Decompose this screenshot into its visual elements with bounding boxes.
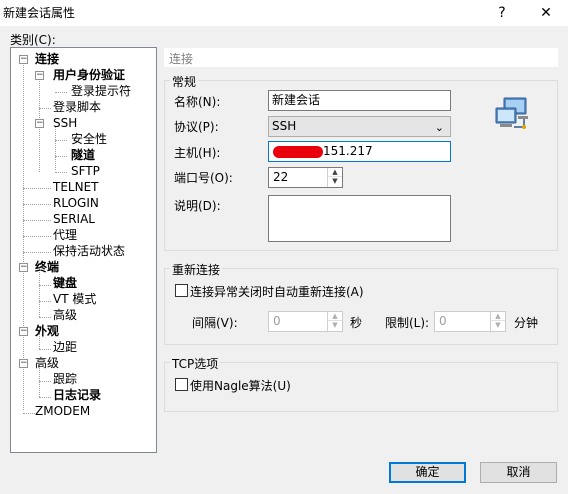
tree-item-terminal-advanced[interactable]: 高级 xyxy=(53,307,77,323)
description-label: 说明(D): xyxy=(174,199,221,213)
tree-item-proxy[interactable]: 代理 xyxy=(53,227,77,243)
description-input[interactable] xyxy=(268,195,451,242)
auto-reconnect-checkbox[interactable] xyxy=(175,284,188,297)
help-button[interactable]: ? xyxy=(482,0,522,26)
nagle-label[interactable]: 使用Nagle算法(U) xyxy=(190,377,291,394)
category-tree[interactable]: − − − − − − 连接 用户身份验证 登录提示符 登录脚本 SSH 安全性… xyxy=(10,47,157,453)
reconnect-group xyxy=(164,268,558,345)
panel-title: 连接 xyxy=(164,48,558,67)
tree-item-terminal[interactable]: 终端 xyxy=(35,259,59,275)
ok-button[interactable]: 确定 xyxy=(389,462,466,483)
host-input[interactable]: 151.217 xyxy=(268,141,451,162)
close-button[interactable]: ✕ xyxy=(526,0,566,26)
spin-up-icon[interactable]: ▲ xyxy=(328,312,342,321)
tcp-group-label: TCP选项 xyxy=(170,355,221,372)
interval-unit: 秒 xyxy=(350,316,363,330)
tree-item-vt-mode[interactable]: VT 模式 xyxy=(53,291,96,307)
general-group-label: 常规 xyxy=(170,73,199,90)
chevron-down-icon: ⌄ xyxy=(434,121,444,134)
protocol-value: SSH xyxy=(272,119,297,133)
tree-item-ssh[interactable]: SSH xyxy=(53,115,77,131)
cancel-button[interactable]: 取消 xyxy=(480,462,557,483)
interval-label: 间隔(V): xyxy=(192,316,238,330)
category-label: 类别(C): xyxy=(10,33,56,47)
port-value: 22 xyxy=(273,170,289,184)
reconnect-group-label: 重新连接 xyxy=(170,261,223,278)
port-label: 端口号(O): xyxy=(174,171,233,185)
tree-item-zmodem[interactable]: ZMODEM xyxy=(35,403,90,419)
nagle-checkbox[interactable] xyxy=(175,378,188,391)
spin-down-icon[interactable]: ▼ xyxy=(328,321,342,330)
tree-item-margin[interactable]: 边距 xyxy=(53,339,77,355)
host-value: 151.217 xyxy=(323,144,373,158)
tree-item-auth[interactable]: 用户身份验证 xyxy=(53,67,125,83)
tree-item-tunnel[interactable]: 隧道 xyxy=(71,147,95,163)
host-label: 主机(H): xyxy=(174,146,221,160)
window-title: 新建会话属性 xyxy=(3,6,76,20)
protocol-select[interactable]: SSH ⌄ xyxy=(268,116,451,137)
tree-item-connection[interactable]: 连接 xyxy=(35,51,59,67)
tree-item-trace[interactable]: 跟踪 xyxy=(53,371,77,387)
collapse-icon[interactable]: − xyxy=(35,71,44,80)
tree-item-appearance[interactable]: 外观 xyxy=(35,323,59,339)
auto-reconnect-label[interactable]: 连接异常关闭时自动重新连接(A) xyxy=(190,283,364,300)
spin-down-icon[interactable]: ▼ xyxy=(328,177,342,186)
limit-value: 0 xyxy=(439,314,447,328)
collapse-icon[interactable]: − xyxy=(19,55,28,64)
tree-item-login-script[interactable]: 登录脚本 xyxy=(53,99,101,115)
name-input[interactable]: 新建会话 xyxy=(268,90,451,111)
interval-stepper[interactable]: 0 ▲ ▼ xyxy=(268,311,343,332)
port-stepper[interactable]: 22 ▲ ▼ xyxy=(268,167,343,188)
tree-item-logging[interactable]: 日志记录 xyxy=(53,387,101,403)
tree-item-serial[interactable]: SERIAL xyxy=(53,211,95,227)
limit-label: 限制(L): xyxy=(385,316,430,330)
collapse-icon[interactable]: − xyxy=(19,327,28,336)
tree-item-login-prompt[interactable]: 登录提示符 xyxy=(71,83,131,99)
limit-unit: 分钟 xyxy=(514,316,539,330)
interval-value: 0 xyxy=(273,314,281,328)
protocol-label: 协议(P): xyxy=(174,120,219,134)
tree-item-keyboard[interactable]: 键盘 xyxy=(53,275,77,291)
spin-up-icon[interactable]: ▲ xyxy=(491,312,505,321)
spin-up-icon[interactable]: ▲ xyxy=(328,168,342,177)
collapse-icon[interactable]: − xyxy=(19,359,28,368)
tree-item-security[interactable]: 安全性 xyxy=(71,131,107,147)
collapse-icon[interactable]: − xyxy=(19,263,28,272)
tree-item-telnet[interactable]: TELNET xyxy=(53,179,99,195)
tree-item-rlogin[interactable]: RLOGIN xyxy=(53,195,99,211)
spin-down-icon[interactable]: ▼ xyxy=(491,321,505,330)
tree-item-sftp[interactable]: SFTP xyxy=(71,163,100,179)
tree-item-keepalive[interactable]: 保持活动状态 xyxy=(53,243,125,259)
network-computers-icon xyxy=(495,97,528,129)
name-label: 名称(N): xyxy=(174,95,221,109)
redaction-mark xyxy=(273,146,323,158)
limit-stepper[interactable]: 0 ▲ ▼ xyxy=(434,311,506,332)
collapse-icon[interactable]: − xyxy=(35,119,44,128)
tree-item-advanced[interactable]: 高级 xyxy=(35,355,59,371)
